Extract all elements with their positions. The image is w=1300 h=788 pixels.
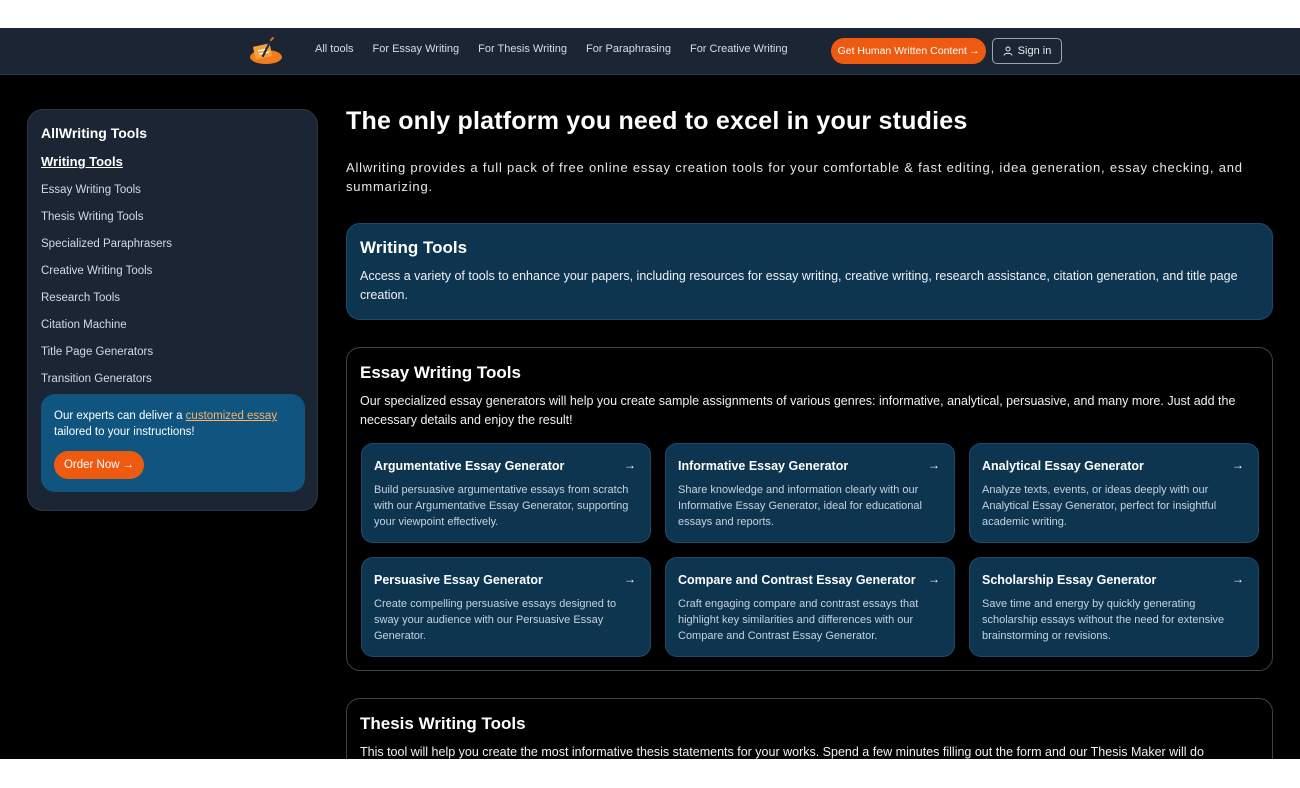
essay-tools-section: Essay Writing Tools Our specialized essa… bbox=[346, 347, 1273, 671]
sidebar-item-essay-writing[interactable]: Essay Writing Tools bbox=[41, 182, 304, 209]
sidebar-item-writing-tools[interactable]: Writing Tools bbox=[41, 154, 304, 182]
top-navbar: All tools For Essay Writing For Thesis W… bbox=[0, 28, 1300, 75]
writing-tools-title: Writing Tools bbox=[360, 238, 468, 257]
sidebar-item-paraphrasers[interactable]: Specialized Paraphrasers bbox=[41, 236, 304, 263]
tool-card-desc: Build persuasive argumentative essays fr… bbox=[374, 484, 629, 528]
arrow-right-icon: → bbox=[122, 459, 135, 471]
arrow-right-icon: → bbox=[1232, 458, 1244, 472]
writing-tools-section: Writing Tools Access a variety of tools … bbox=[346, 223, 1273, 320]
sign-in-button[interactable]: Sign in bbox=[992, 38, 1062, 64]
tool-card-persuasive[interactable]: Persuasive Essay Generator → Create comp… bbox=[361, 557, 651, 657]
essay-tools-title: Essay Writing Tools bbox=[360, 363, 521, 382]
sidebar-title: AllWriting Tools bbox=[41, 125, 148, 141]
sidebar-item-citation[interactable]: Citation Machine bbox=[41, 317, 304, 344]
nav-essay-writing[interactable]: For Essay Writing bbox=[373, 43, 460, 55]
tool-card-desc: Analyze texts, events, or ideas deeply w… bbox=[982, 484, 1217, 528]
tool-card-desc: Save time and energy by quickly generati… bbox=[982, 598, 1225, 642]
customized-essay-link[interactable]: customized essay bbox=[186, 410, 277, 422]
nav-creative-writing[interactable]: For Creative Writing bbox=[690, 43, 788, 55]
tool-card-argumentative[interactable]: Argumentative Essay Generator → Build pe… bbox=[361, 443, 651, 543]
get-human-content-button[interactable]: Get Human Written Content → bbox=[831, 38, 986, 64]
tool-card-title: Argumentative Essay Generator bbox=[374, 459, 565, 473]
sidebar-item-creative-writing[interactable]: Creative Writing Tools bbox=[41, 263, 304, 290]
promo-text-end: tailored to your instructions! bbox=[54, 426, 195, 438]
nav-all-tools[interactable]: All tools bbox=[315, 43, 354, 55]
sidebar-item-research[interactable]: Research Tools bbox=[41, 290, 304, 317]
thesis-tools-title: Thesis Writing Tools bbox=[360, 714, 526, 733]
arrow-right-icon: → bbox=[624, 572, 636, 586]
essay-tools-desc: Our specialized essay generators will he… bbox=[360, 394, 1236, 427]
nav-paraphrasing[interactable]: For Paraphrasing bbox=[586, 43, 671, 55]
tool-card-desc: Craft engaging compare and contrast essa… bbox=[678, 598, 919, 642]
tool-card-compare-contrast[interactable]: Compare and Contrast Essay Generator → C… bbox=[665, 557, 955, 657]
main-nav: All tools For Essay Writing For Thesis W… bbox=[315, 43, 807, 55]
sidebar-item-title-page[interactable]: Title Page Generators bbox=[41, 344, 304, 371]
arrow-right-icon: → bbox=[928, 572, 940, 586]
order-now-label: Order Now bbox=[63, 459, 120, 471]
tool-card-title: Analytical Essay Generator bbox=[982, 459, 1144, 473]
promo-text: Our experts can deliver a customized ess… bbox=[54, 408, 292, 440]
thesis-tools-desc: This tool will help you create the most … bbox=[360, 745, 1204, 759]
order-now-button[interactable]: Order Now → bbox=[54, 451, 144, 479]
tool-card-informative[interactable]: Informative Essay Generator → Share know… bbox=[665, 443, 955, 543]
promo-box: Our experts can deliver a customized ess… bbox=[41, 394, 305, 492]
logo-icon[interactable] bbox=[249, 37, 283, 65]
tool-card-title: Persuasive Essay Generator bbox=[374, 573, 543, 587]
essay-tools-grid: Argumentative Essay Generator → Build pe… bbox=[361, 443, 1259, 657]
arrow-right-icon: → bbox=[1232, 572, 1244, 586]
tool-card-title: Compare and Contrast Essay Generator bbox=[678, 573, 916, 587]
page-title: The only platform you need to excel in y… bbox=[346, 107, 968, 135]
thesis-tools-section: Thesis Writing Tools This tool will help… bbox=[346, 698, 1273, 759]
arrow-right-icon: → bbox=[624, 458, 636, 472]
arrow-right-icon: → bbox=[968, 45, 980, 57]
tool-card-analytical[interactable]: Analytical Essay Generator → Analyze tex… bbox=[969, 443, 1259, 543]
promo-text-start: Our experts can deliver a bbox=[54, 410, 186, 422]
nav-thesis-writing[interactable]: For Thesis Writing bbox=[478, 43, 567, 55]
writing-tools-desc: Access a variety of tools to enhance you… bbox=[360, 269, 1238, 302]
user-icon bbox=[1003, 46, 1013, 56]
sidebar-item-thesis-writing[interactable]: Thesis Writing Tools bbox=[41, 209, 304, 236]
sidebar: AllWriting Tools Writing Tools Essay Wri… bbox=[27, 109, 318, 511]
tool-card-title: Informative Essay Generator bbox=[678, 459, 849, 473]
intro-text: Allwriting provides a full pack of free … bbox=[346, 160, 1243, 194]
sign-in-label: Sign in bbox=[1017, 45, 1052, 57]
cta-label: Get Human Written Content bbox=[837, 45, 967, 57]
tool-card-desc: Share knowledge and information clearly … bbox=[678, 484, 922, 528]
page-viewport: All tools For Essay Writing For Thesis W… bbox=[0, 28, 1300, 759]
arrow-right-icon: → bbox=[928, 458, 940, 472]
tool-card-desc: Create compelling persuasive essays desi… bbox=[374, 598, 617, 642]
tool-card-title: Scholarship Essay Generator bbox=[982, 573, 1157, 587]
tool-card-scholarship[interactable]: Scholarship Essay Generator → Save time … bbox=[969, 557, 1259, 657]
